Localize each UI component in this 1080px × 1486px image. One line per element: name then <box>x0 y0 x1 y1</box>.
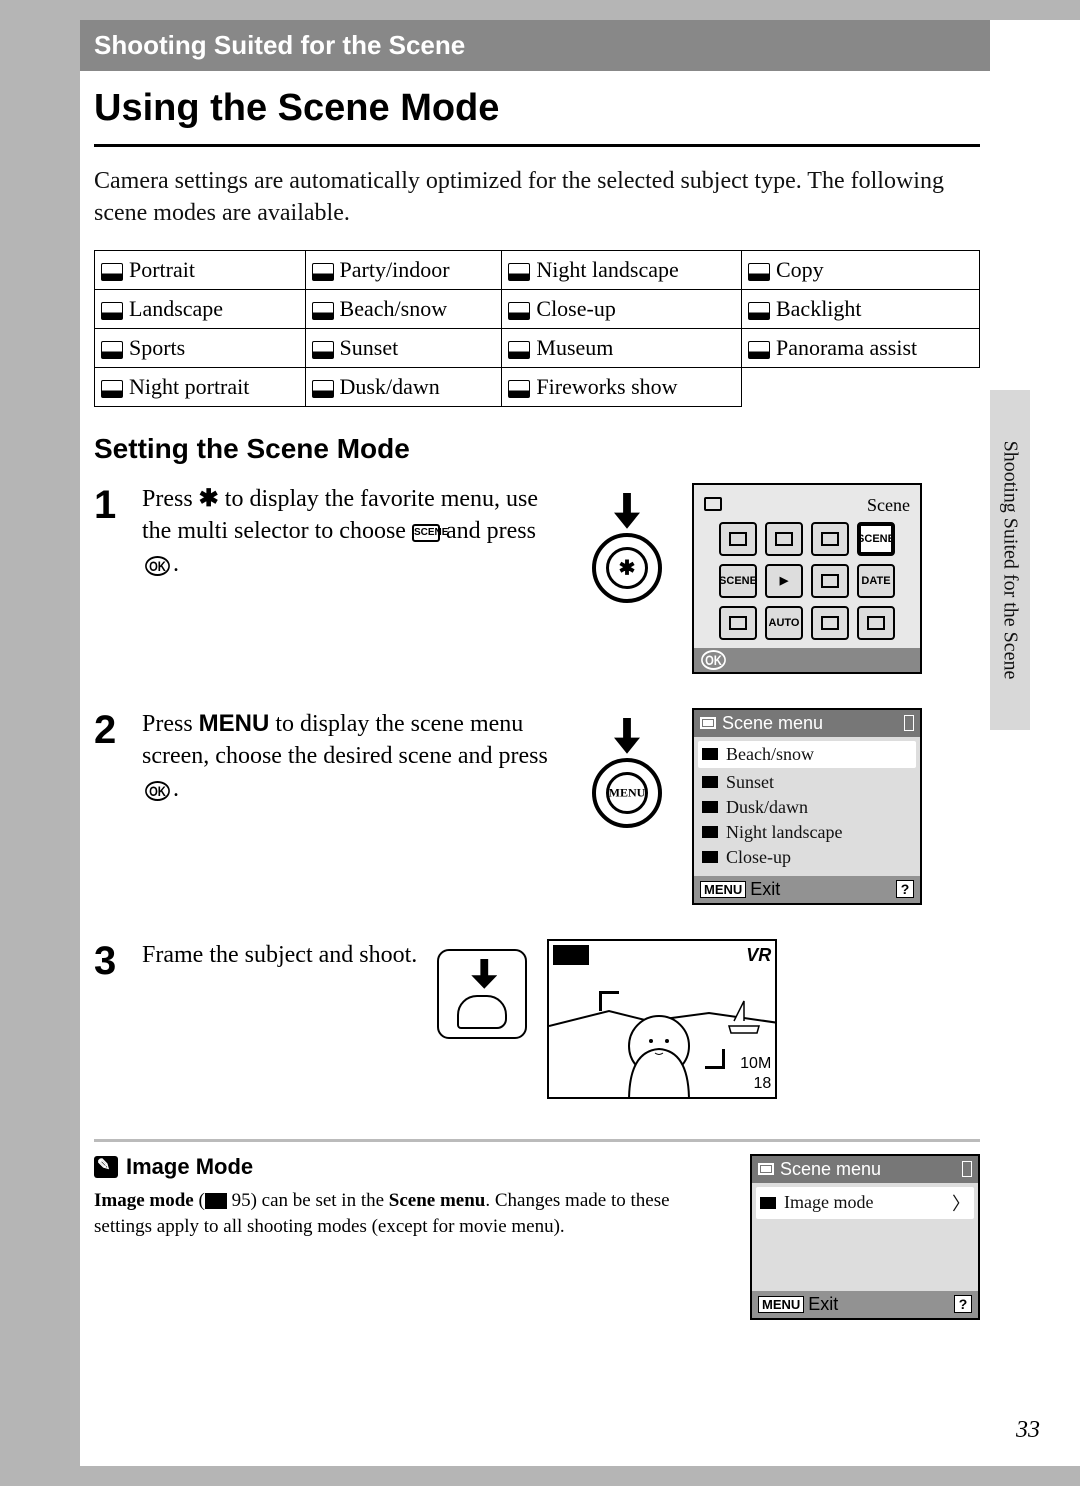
arrow-down-icon <box>614 718 640 754</box>
menu-button-illustration: MENU <box>582 718 672 838</box>
cell: Backlight <box>776 296 862 321</box>
cell: Fireworks show <box>536 374 677 399</box>
cell: Night landscape <box>536 257 678 282</box>
copy-icon <box>748 263 770 281</box>
sunset-icon <box>312 341 334 359</box>
menu-tag: MENU <box>758 1296 804 1313</box>
frame-count: 10M18 <box>740 1054 771 1092</box>
cell: Beach/snow <box>340 296 448 321</box>
help-icon: ? <box>954 1295 972 1313</box>
note-heading: Image Mode <box>94 1154 726 1180</box>
dusk-icon <box>312 380 334 398</box>
note-icon <box>94 1156 118 1178</box>
menu-word: MENU <box>199 710 270 737</box>
exit-label: Exit <box>750 879 780 900</box>
cell: Dusk/dawn <box>340 374 440 399</box>
cell: Sunset <box>340 335 399 360</box>
shutter-button-illustration <box>437 949 527 1039</box>
cell: Landscape <box>129 296 223 321</box>
exit-label: Exit <box>808 1294 838 1315</box>
scene-menu-lcd: Scene menu Beach/snow Sunset Dusk/dawn N… <box>692 708 922 905</box>
side-tab-label: Shooting Suited for the Scene <box>999 441 1022 680</box>
lcd-header: Scene menu <box>722 713 823 734</box>
side-tab: Shooting Suited for the Scene <box>990 390 1030 730</box>
image-mode-icon <box>760 1197 776 1209</box>
night-landscape-icon <box>702 826 718 838</box>
closeup-icon <box>508 302 530 320</box>
ok-icon: OK <box>145 556 170 576</box>
fireworks-icon <box>508 380 530 398</box>
scrollbar-icon <box>962 1161 972 1177</box>
button-label: MENU <box>609 785 646 800</box>
beach-icon <box>312 302 334 320</box>
cell: Night portrait <box>129 374 249 399</box>
scene-mode-table: Portrait Party/indoor Night landscape Co… <box>94 250 980 407</box>
night-portrait-icon <box>101 380 123 398</box>
dusk-icon <box>702 801 718 813</box>
step-3-num: 3 <box>94 939 142 1099</box>
list-item: Beach/snow <box>698 741 916 768</box>
list-item: Night landscape <box>702 820 912 845</box>
ok-icon: OK <box>145 781 170 801</box>
step-3-text: Frame the subject and shoot. <box>142 939 417 1099</box>
list-item: Image mode〉 <box>756 1187 974 1219</box>
chevron-right-icon: 〉 <box>952 1190 970 1216</box>
image-mode-lcd: Scene menu Image mode〉 MENUExit? <box>750 1154 980 1320</box>
cell: Copy <box>776 257 824 282</box>
backlight-icon <box>748 302 770 320</box>
sunset-icon <box>702 776 718 788</box>
party-icon <box>312 263 334 281</box>
chapter-header: Shooting Suited for the Scene <box>80 20 990 71</box>
favorite-icon: ✱ <box>199 485 219 512</box>
list-item: Close-up <box>702 845 912 870</box>
cell: Party/indoor <box>340 257 450 282</box>
page-number: 33 <box>1016 1417 1040 1444</box>
favorite-menu-lcd: Scene SCENE SCENE▶DATE AUTO OK <box>692 483 922 674</box>
cell: Panorama assist <box>776 335 917 360</box>
arrow-down-icon <box>614 493 640 529</box>
scrollbar-icon <box>904 715 914 731</box>
sports-icon <box>101 341 123 359</box>
scene-menu-icon <box>758 1163 774 1175</box>
step-2-num: 2 <box>94 708 142 905</box>
favorite-button-illustration: ✱ <box>582 493 672 613</box>
museum-icon <box>508 341 530 359</box>
step-1-num: 1 <box>94 483 142 674</box>
page-ref-icon <box>205 1193 227 1209</box>
help-icon: ? <box>896 880 914 898</box>
step-1-text: Press ✱ to display the favorite menu, us… <box>142 483 562 674</box>
menu-tag: MENU <box>700 881 746 898</box>
cell: Close-up <box>536 296 615 321</box>
scene-icon: SCENE <box>412 524 440 542</box>
list-item: Sunset <box>702 770 912 795</box>
intro-text: Camera settings are automatically optimi… <box>94 147 980 250</box>
closeup-icon <box>702 851 718 863</box>
focus-bracket-icon <box>599 991 619 1011</box>
lcd-header: Scene menu <box>780 1159 881 1180</box>
note-box: Image Mode Image mode ( 95) can be set i… <box>94 1139 980 1320</box>
lcd-title: Scene <box>704 495 910 516</box>
scene-cell-selected: SCENE <box>857 522 895 556</box>
viewfinder-illustration: VR 10M18 <box>547 939 777 1099</box>
setting-heading: Setting the Scene Mode <box>94 433 980 465</box>
cell: Sports <box>129 335 185 360</box>
portrait-icon <box>101 263 123 281</box>
focus-bracket-icon <box>705 1049 725 1069</box>
list-item: Dusk/dawn <box>702 795 912 820</box>
step-2-text: Press MENU to display the scene menu scr… <box>142 708 562 905</box>
button-label: ✱ <box>619 555 636 580</box>
panorama-icon <box>748 341 770 359</box>
scene-menu-icon <box>700 717 716 729</box>
page-title: Using the Scene Mode <box>94 71 980 147</box>
night-landscape-icon <box>508 263 530 281</box>
camera-icon <box>704 497 722 511</box>
beach-icon <box>702 748 718 760</box>
cell: Portrait <box>129 257 195 282</box>
note-body: Image mode ( 95) can be set in the Scene… <box>94 1188 726 1241</box>
cell: Museum <box>536 335 613 360</box>
ok-icon: OK <box>701 650 726 670</box>
landscape-icon <box>101 302 123 320</box>
